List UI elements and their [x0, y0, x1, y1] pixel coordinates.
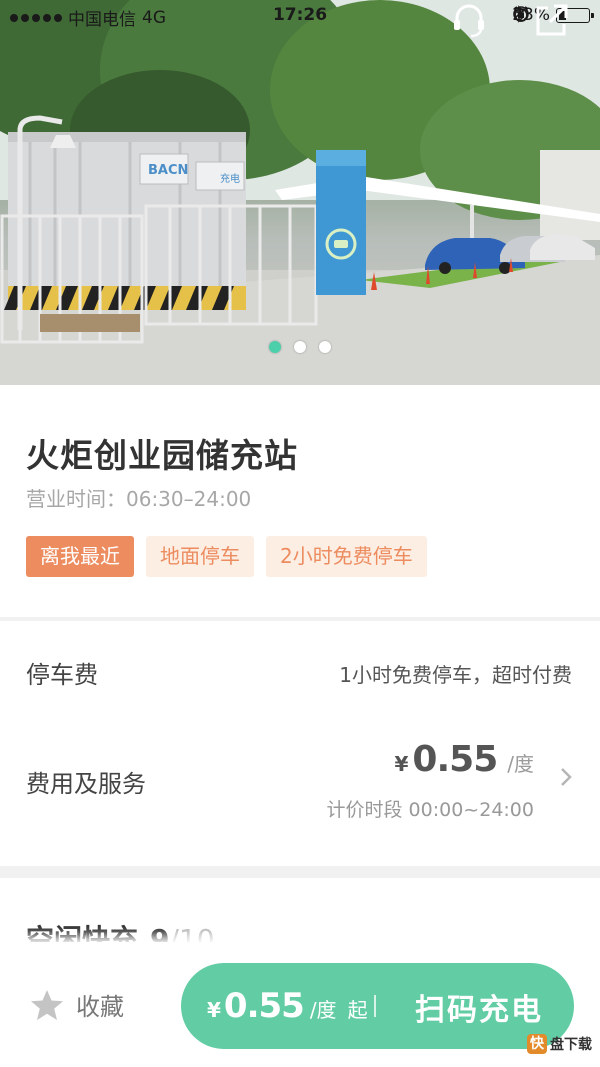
- cta-price-value: 0.55: [223, 986, 305, 1026]
- cta-label: 扫码充电: [415, 993, 543, 1028]
- carousel-dot-2[interactable]: [294, 341, 306, 353]
- tag-ground-parking: 地面停车: [146, 536, 254, 577]
- station-name: 火炬创业园储充站: [26, 436, 298, 475]
- customer-service-icon[interactable]: [449, 0, 489, 40]
- price-unit: /度: [507, 752, 534, 776]
- cta-price-currency: ¥: [207, 998, 221, 1022]
- status-bar: 中国电信 4G 17:26 23%: [0, 0, 600, 30]
- cta-divider: [374, 995, 376, 1017]
- station-photo: BACN 充电: [0, 0, 600, 385]
- parking-fee-value: 1小时免费停车，超时付费: [339, 663, 572, 687]
- bluetooth-icon: [514, 5, 525, 23]
- station-tags: 离我最近 地面停车 2小时免费停车: [26, 536, 427, 577]
- price-value: 0.55: [412, 739, 498, 780]
- container-sign-text: BACN: [148, 163, 188, 178]
- cta-price: ¥ 0.55 /度 起: [207, 986, 368, 1026]
- hero-carousel[interactable]: BACN 充电 中国电信 4G 17:26 23%: [0, 0, 600, 385]
- bottom-action-bar: 收藏 ¥ 0.55 /度 起 扫码充电: [0, 942, 600, 1067]
- share-icon[interactable]: [532, 0, 572, 40]
- scan-to-charge-button[interactable]: ¥ 0.55 /度 起 扫码充电: [181, 963, 574, 1049]
- parking-fee-label: 停车费: [26, 661, 98, 689]
- watermark-logo: 快: [527, 1034, 547, 1054]
- tag-nearest: 离我最近: [26, 536, 134, 577]
- business-hours: 营业时间：06:30–24:00: [26, 487, 252, 511]
- watermark-text: 盘下载: [550, 1037, 592, 1053]
- tag-free-parking: 2小时免费停车: [266, 536, 427, 577]
- carousel-dot-3[interactable]: [319, 341, 331, 353]
- status-time: 17:26: [272, 5, 328, 25]
- unit-price: ¥ 0.55 /度: [395, 739, 535, 780]
- cta-price-suffix: 起: [347, 998, 368, 1022]
- star-icon: [31, 989, 63, 1020]
- fees-service-label: 费用及服务: [26, 770, 146, 798]
- station-info-card: 火炬创业园储充站 营业时间：06:30–24:00 离我最近 地面停车 2小时免…: [0, 385, 600, 617]
- cta-price-unit: /度: [309, 998, 337, 1022]
- favorite-button[interactable]: 收藏: [30, 987, 124, 1022]
- chevron-right-icon[interactable]: [558, 765, 574, 789]
- container-panel-text: 充电: [220, 172, 240, 185]
- station-detail-page: BACN 充电 中国电信 4G 17:26 23% 火炬创业园储充站 营业时间：…: [0, 0, 600, 1067]
- price-currency: ¥: [394, 752, 409, 776]
- carousel-dot-1[interactable]: [269, 341, 281, 353]
- pricing-period: 计价时段 00:00~24:00: [326, 799, 534, 821]
- carousel-indicator[interactable]: [0, 341, 600, 353]
- watermark: 快 盘下载: [527, 1034, 592, 1054]
- favorite-label: 收藏: [76, 993, 124, 1021]
- fees-card: 停车费 1小时免费停车，超时付费 费用及服务 ¥ 0.55 /度 计价时段 00…: [0, 621, 600, 866]
